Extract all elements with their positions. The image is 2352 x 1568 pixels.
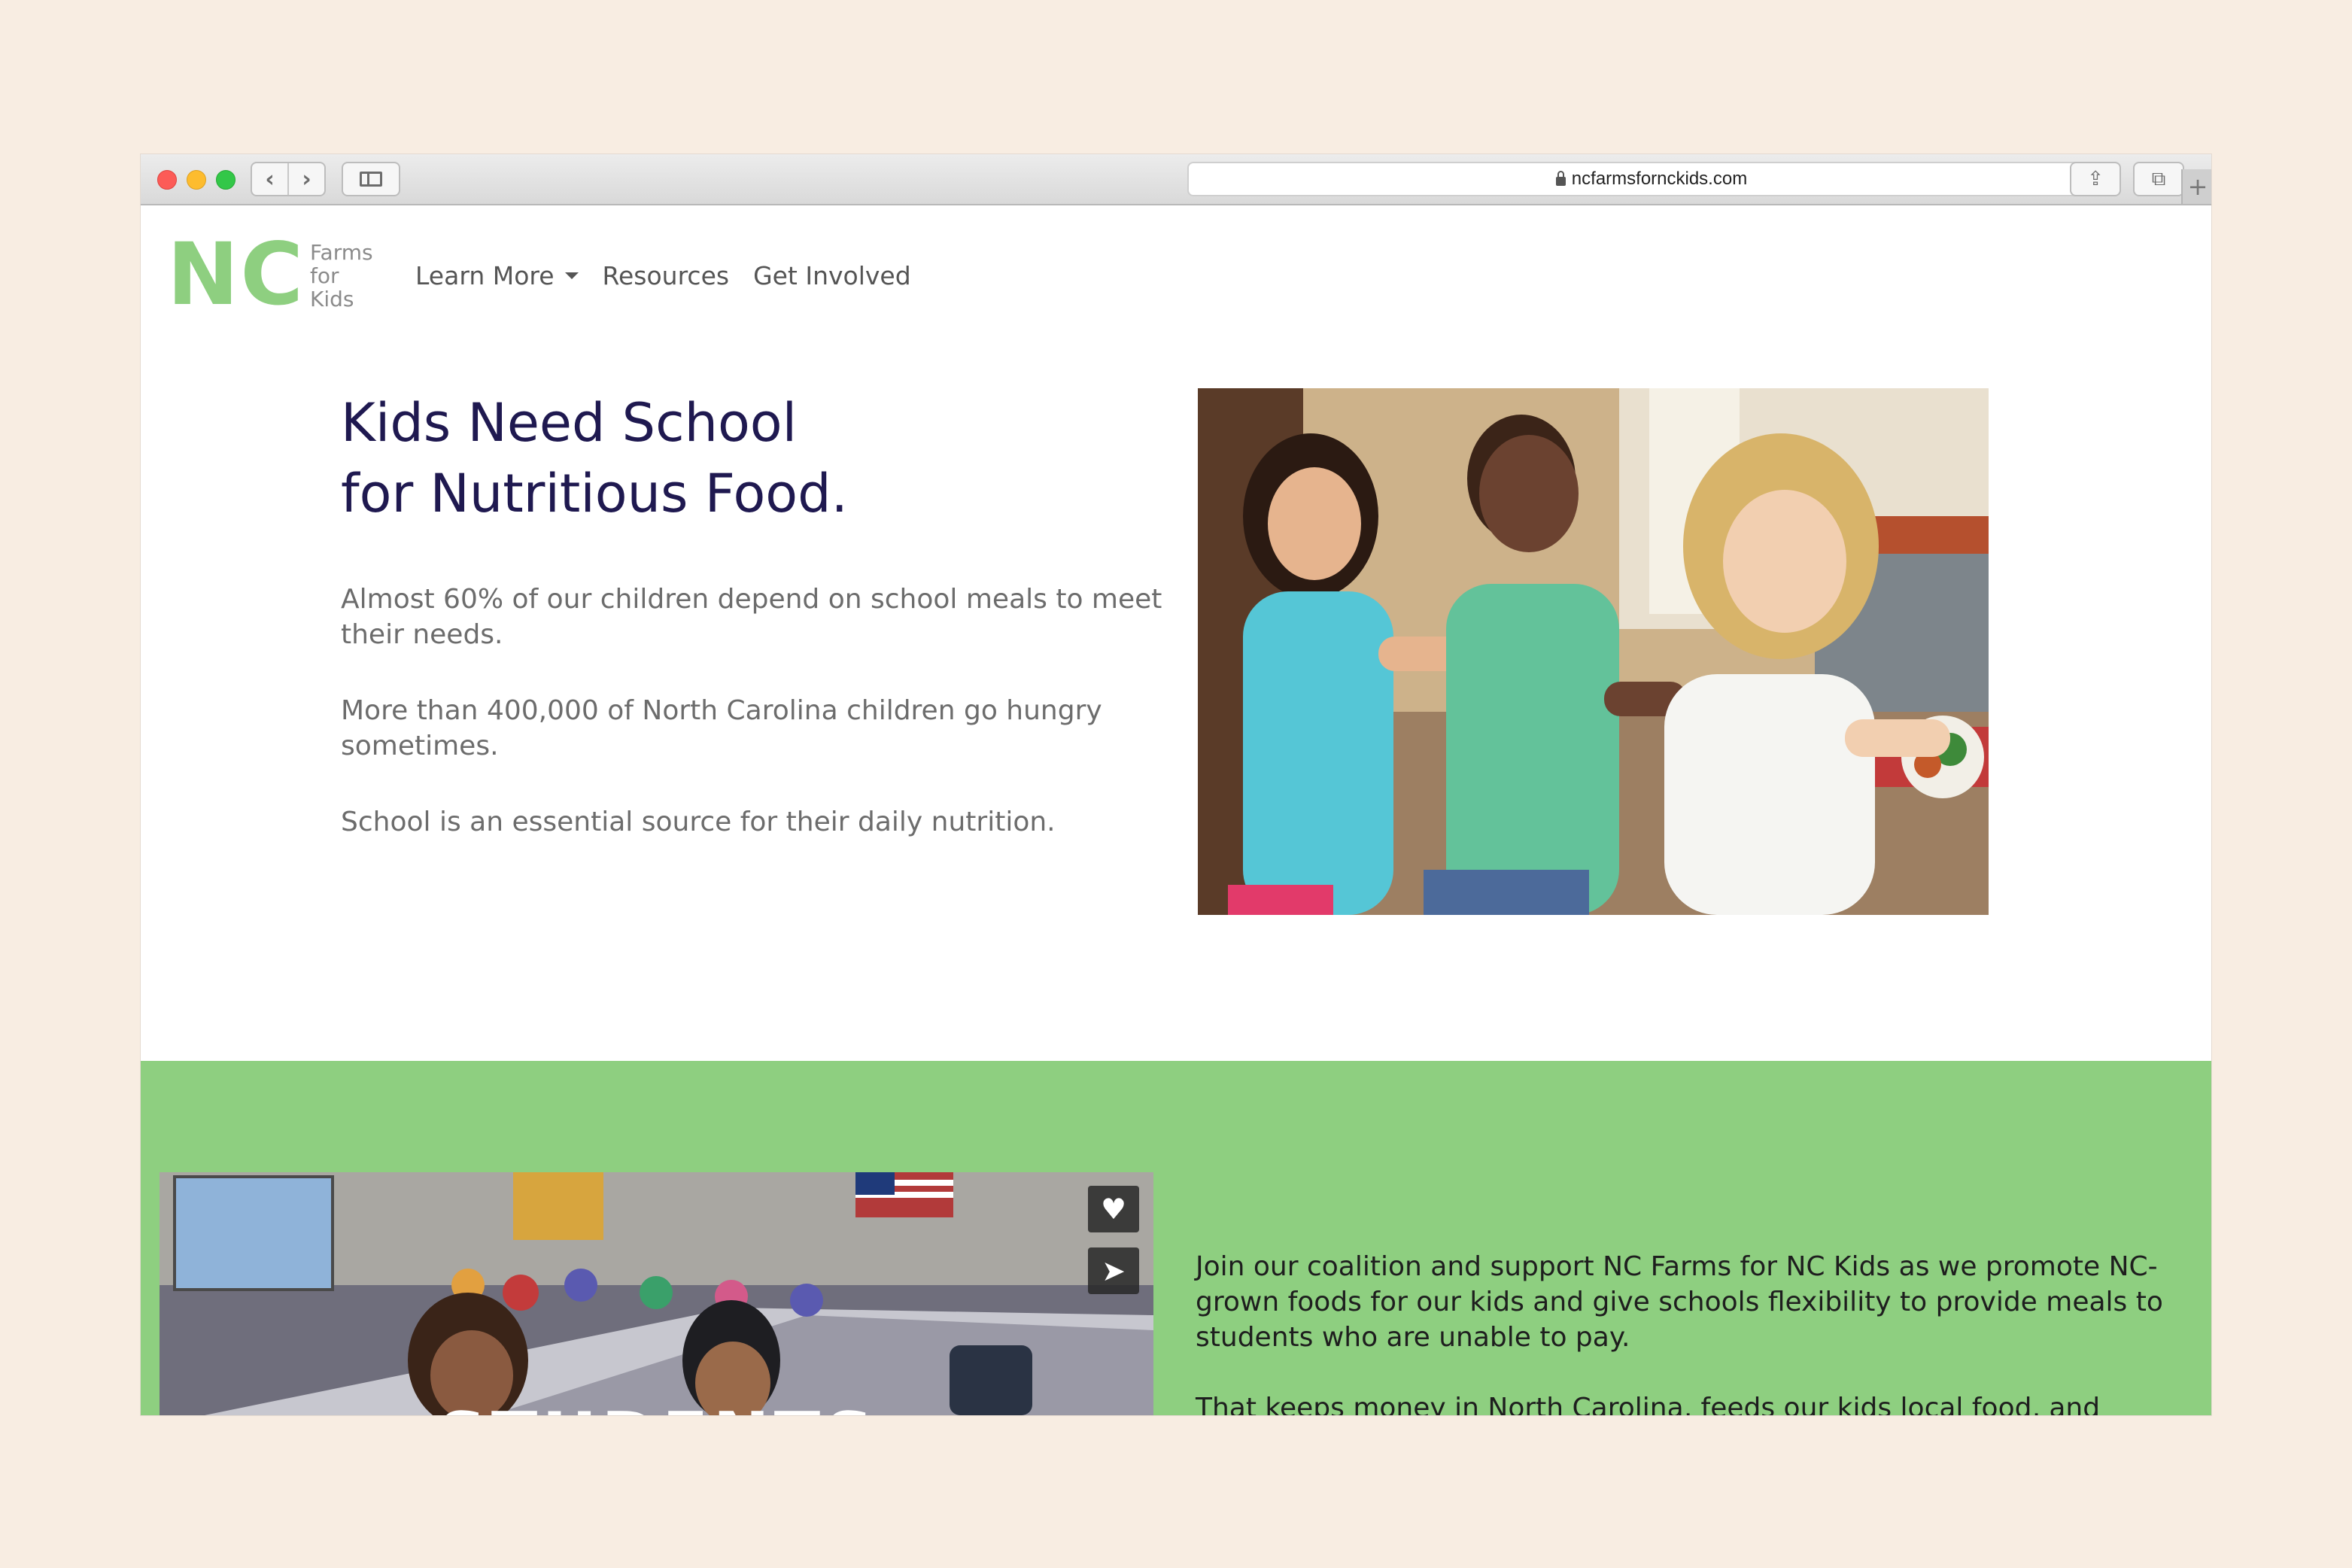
video-overlay-title: STUDENTS xyxy=(438,1398,878,1415)
logo-wordmark: Farms for Kids xyxy=(310,241,373,311)
nav-learn-more[interactable]: Learn More xyxy=(415,261,579,290)
share-icon: ⇪ xyxy=(2087,168,2104,190)
close-window-button[interactable] xyxy=(157,170,177,190)
logo-mark: NC xyxy=(167,224,305,324)
browser-toolbar: ‹ › ncfarmsfornckids.com ↻ ⇪ ⧉ + xyxy=(141,154,2211,205)
heart-icon: ♥ xyxy=(1100,1193,1127,1226)
paper-plane-icon: ➤ xyxy=(1102,1254,1126,1287)
hero-paragraph-3: School is an essential source for their … xyxy=(341,807,1056,837)
logo-line-kids: Kids xyxy=(310,287,354,311)
url-text: ncfarmsfornckids.com xyxy=(1571,169,1748,189)
hero-title-line-1: Kids Need School xyxy=(341,392,798,454)
share-button[interactable]: ⇪ xyxy=(2070,162,2121,196)
minimize-window-button[interactable] xyxy=(187,170,206,190)
lock-icon xyxy=(1555,171,1566,186)
hero-photo-children-lunch-line xyxy=(1198,388,1989,915)
zoom-window-button[interactable] xyxy=(216,170,236,190)
coalition-section: ♥ ➤ STUDENTS Join our coalition and supp… xyxy=(141,1061,2211,1415)
share-video-button[interactable]: ➤ xyxy=(1088,1247,1139,1294)
hero-photo-illustration xyxy=(1198,388,1989,915)
video-thumbnail-cafeteria xyxy=(160,1172,1153,1415)
show-tabs-button[interactable]: ⧉ xyxy=(2133,162,2184,196)
logo-line-farms: Farms xyxy=(310,240,373,265)
plus-icon: + xyxy=(2187,172,2208,201)
hero-title: Kids Need School for Nutritious Food. xyxy=(341,387,848,529)
tabs-icon: ⧉ xyxy=(2151,167,2166,190)
address-bar[interactable]: ncfarmsfornckids.com ↻ xyxy=(1187,162,2116,196)
hero-paragraph-1: Almost 60% of our children depend on sch… xyxy=(341,584,1162,650)
like-video-button[interactable]: ♥ xyxy=(1088,1186,1139,1232)
sidebar-icon xyxy=(360,172,382,187)
coalition-paragraph-1: Join our coalition and support NC Farms … xyxy=(1196,1251,2163,1353)
hero-paragraph-2: More than 400,000 of North Carolina chil… xyxy=(341,695,1102,761)
video-embed[interactable]: ♥ ➤ STUDENTS xyxy=(160,1172,1153,1415)
history-nav: ‹ › xyxy=(251,162,326,196)
main-nav: Learn More Resources Get Involved xyxy=(415,261,911,290)
logo-line-for: for xyxy=(310,263,339,288)
sidebar-toggle-button[interactable] xyxy=(342,162,400,196)
browser-window: ‹ › ncfarmsfornckids.com ↻ ⇪ ⧉ + NC Farm… xyxy=(141,154,2211,1415)
forward-arrow-icon[interactable]: › xyxy=(289,163,324,195)
back-arrow-icon[interactable]: ‹ xyxy=(252,163,289,195)
nav-get-involved[interactable]: Get Involved xyxy=(753,261,911,290)
nav-resources[interactable]: Resources xyxy=(603,261,730,290)
coalition-paragraph-2: That keeps money in North Carolina, feed… xyxy=(1196,1393,2101,1415)
new-tab-button[interactable]: + xyxy=(2181,169,2211,204)
hero-title-line-2: for Nutritious Food. xyxy=(341,463,848,524)
caret-down-icon xyxy=(564,272,579,279)
